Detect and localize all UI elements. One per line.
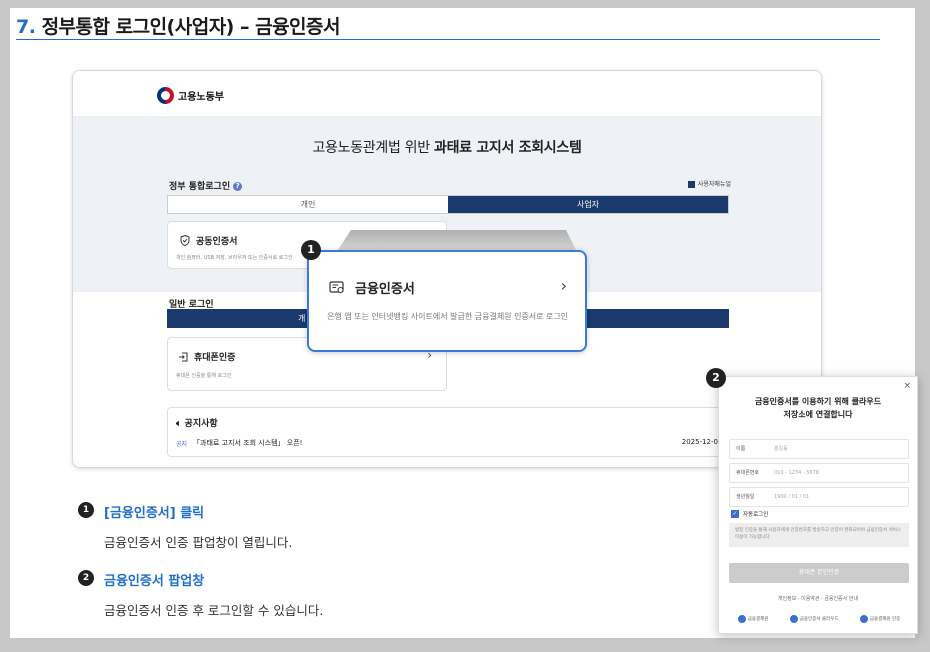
step-heading: 금융인증서 팝업창 (104, 574, 205, 589)
phone-auth-desc: 휴대폰 인증을 통해 로그인 (176, 373, 232, 379)
name-field[interactable]: 이름 홍길동 (729, 439, 909, 459)
certificate-icon (329, 280, 344, 293)
footer-item: 금융인증서 클라우드 (789, 615, 839, 623)
birthdate-field[interactable]: 생년월일 1900 / 01 / 01 (729, 487, 909, 507)
manual-text: 사용자매뉴얼 (697, 181, 731, 188)
financial-cert-popup: × 금융인증서를 이용하기 위해 클라우드저장소에 연결합니다 이름 홍길동 휴대… (718, 376, 918, 634)
birthdate-value: 1900 / 01 / 01 (774, 494, 810, 500)
auto-login-checkbox[interactable]: ✓ 자동로그인 (731, 510, 768, 518)
popup-title-line2: 저장소에 연결합니다 (783, 410, 853, 419)
joint-cert-title: 공동인증서 (180, 234, 237, 247)
step-description: 금융인증서 인증 팝업창이 열립니다. (104, 535, 293, 550)
check-icon: ✓ (731, 510, 739, 518)
joint-cert-desc: 개인 컴퓨터, USB 저장, 브라우저 또는 인증서로 로그인 (176, 255, 293, 261)
login-arrow-icon (179, 352, 188, 361)
phone-auth-title: 휴대폰인증 (178, 350, 235, 363)
financial-cert-callout[interactable]: 금융인증서 › 은행 앱 또는 인터넷뱅킹 사이트에서 발급한 금융결제원 인증… (307, 250, 587, 352)
speaker-icon: 🔈︎ (176, 419, 185, 429)
logo-text: 고용노동부 (178, 92, 224, 103)
step-heading: [금융인증서] 클릭 (104, 506, 205, 521)
name-value: 홍길동 (774, 446, 788, 452)
phone-field[interactable]: 휴대폰번호 010 - 1234 - 5678 (729, 463, 909, 483)
hero-title: 고용노동관계법 위반 과태료 고지서 조회시스템 (73, 137, 821, 157)
section-number: 7. (16, 16, 36, 38)
notice-tag: 공지 (176, 440, 188, 448)
step-badge-2: 2 (706, 368, 726, 388)
step-number: 1 (78, 502, 94, 518)
popup-info: 법정 인증을 통해 사용자에게 인증번호를 발송하고 인증이 완료되어야 금융인… (729, 523, 909, 547)
footer-logo-icon (789, 615, 798, 623)
book-icon (687, 181, 695, 188)
financial-cert-label: 금융인증서 (355, 282, 415, 297)
shield-icon (180, 235, 190, 246)
birthdate-label: 생년월일 (736, 494, 755, 500)
name-label: 이름 (736, 446, 746, 452)
phone-auth-label: 휴대폰인증 (194, 353, 236, 363)
section-divider (16, 39, 880, 40)
popup-title-line1: 금융인증서를 이용하기 위해 클라우드 (754, 397, 882, 406)
joint-cert-label: 공동인증서 (196, 237, 238, 247)
tab-business[interactable]: 사업자 (448, 196, 728, 213)
popup-title: 금융인증서를 이용하기 위해 클라우드저장소에 연결합니다 (719, 395, 917, 421)
notice-box: 🔈︎ 공지사항 공지 「과태료 고지서 조회 시스템」 오픈! 2025-12-… (167, 407, 729, 457)
phone-value: 010 - 1234 - 5678 (774, 470, 819, 476)
popup-links[interactable]: 개인정보 · 이용약관 · 금융인증서 안내 (719, 595, 917, 602)
hero-title-bold: 과태료 고지서 조회시스템 (434, 140, 582, 156)
notice-date: 2025-12-0 (681, 438, 718, 446)
step-badge-1: 1 (301, 240, 321, 260)
site-logo[interactable]: 고용노동부 (157, 87, 224, 104)
taegeuk-icon (157, 87, 174, 104)
footer-item: 금융결제원 인증 (859, 615, 901, 623)
user-manual-link[interactable]: 사용자매뉴얼 (687, 179, 731, 188)
footer-logo-icon (859, 615, 868, 623)
step-number: 2 (78, 570, 94, 586)
tab-personal[interactable]: 개인 (168, 196, 448, 213)
footer-item: 금융결제원 (737, 615, 769, 623)
section-title-text: 정부통합 로그인(사업자) – 금융인증서 (41, 16, 341, 38)
login-label-text: 정부 통합로그인 (169, 182, 231, 192)
login-label: 정부 통합로그인? (169, 179, 243, 192)
notice-row[interactable]: 공지 「과태료 고지서 조회 시스템」 오픈! 2025-12-0 (176, 438, 726, 448)
step-description: 금융인증서 인증 후 로그인할 수 있습니다. (104, 603, 324, 618)
site-header: 고용노동부 (73, 71, 821, 117)
notice-text: 「과태료 고지서 조회 시스템」 오픈! (193, 439, 303, 447)
chevron-right-icon: › (560, 276, 567, 295)
login-type-tabs: 개인 사업자 (167, 195, 729, 214)
phone-verify-button[interactable]: 휴대폰 본인인증 (729, 563, 909, 583)
manual-page: 7. 정부통합 로그인(사업자) – 금융인증서 고용노동부 고용노동관계법 위… (10, 8, 918, 638)
footer-text: 금융인증서 클라우드 (799, 617, 839, 622)
notice-title-text: 공지사항 (184, 419, 218, 429)
section-title: 7. 정부통합 로그인(사업자) – 금융인증서 (16, 12, 341, 39)
phone-label: 휴대폰번호 (736, 470, 760, 476)
footer-logo-icon (737, 615, 746, 623)
popup-footer: 금융결제원 금융인증서 클라우드 금융결제원 인증 (727, 615, 911, 623)
financial-cert-title: 금융인증서 (329, 278, 415, 297)
auto-login-label: 자동로그인 (743, 512, 769, 518)
close-icon[interactable]: × (903, 381, 911, 391)
hero-title-normal: 고용노동관계법 위반 (312, 140, 434, 156)
help-icon[interactable]: ? (233, 182, 243, 191)
footer-text: 금융결제원 인증 (869, 617, 901, 622)
notice-title: 🔈︎ 공지사항 (176, 416, 218, 429)
footer-text: 금융결제원 (747, 617, 769, 622)
financial-cert-desc: 은행 앱 또는 인터넷뱅킹 사이트에서 발급한 금융결제원 인증서로 로그인 (327, 312, 569, 321)
